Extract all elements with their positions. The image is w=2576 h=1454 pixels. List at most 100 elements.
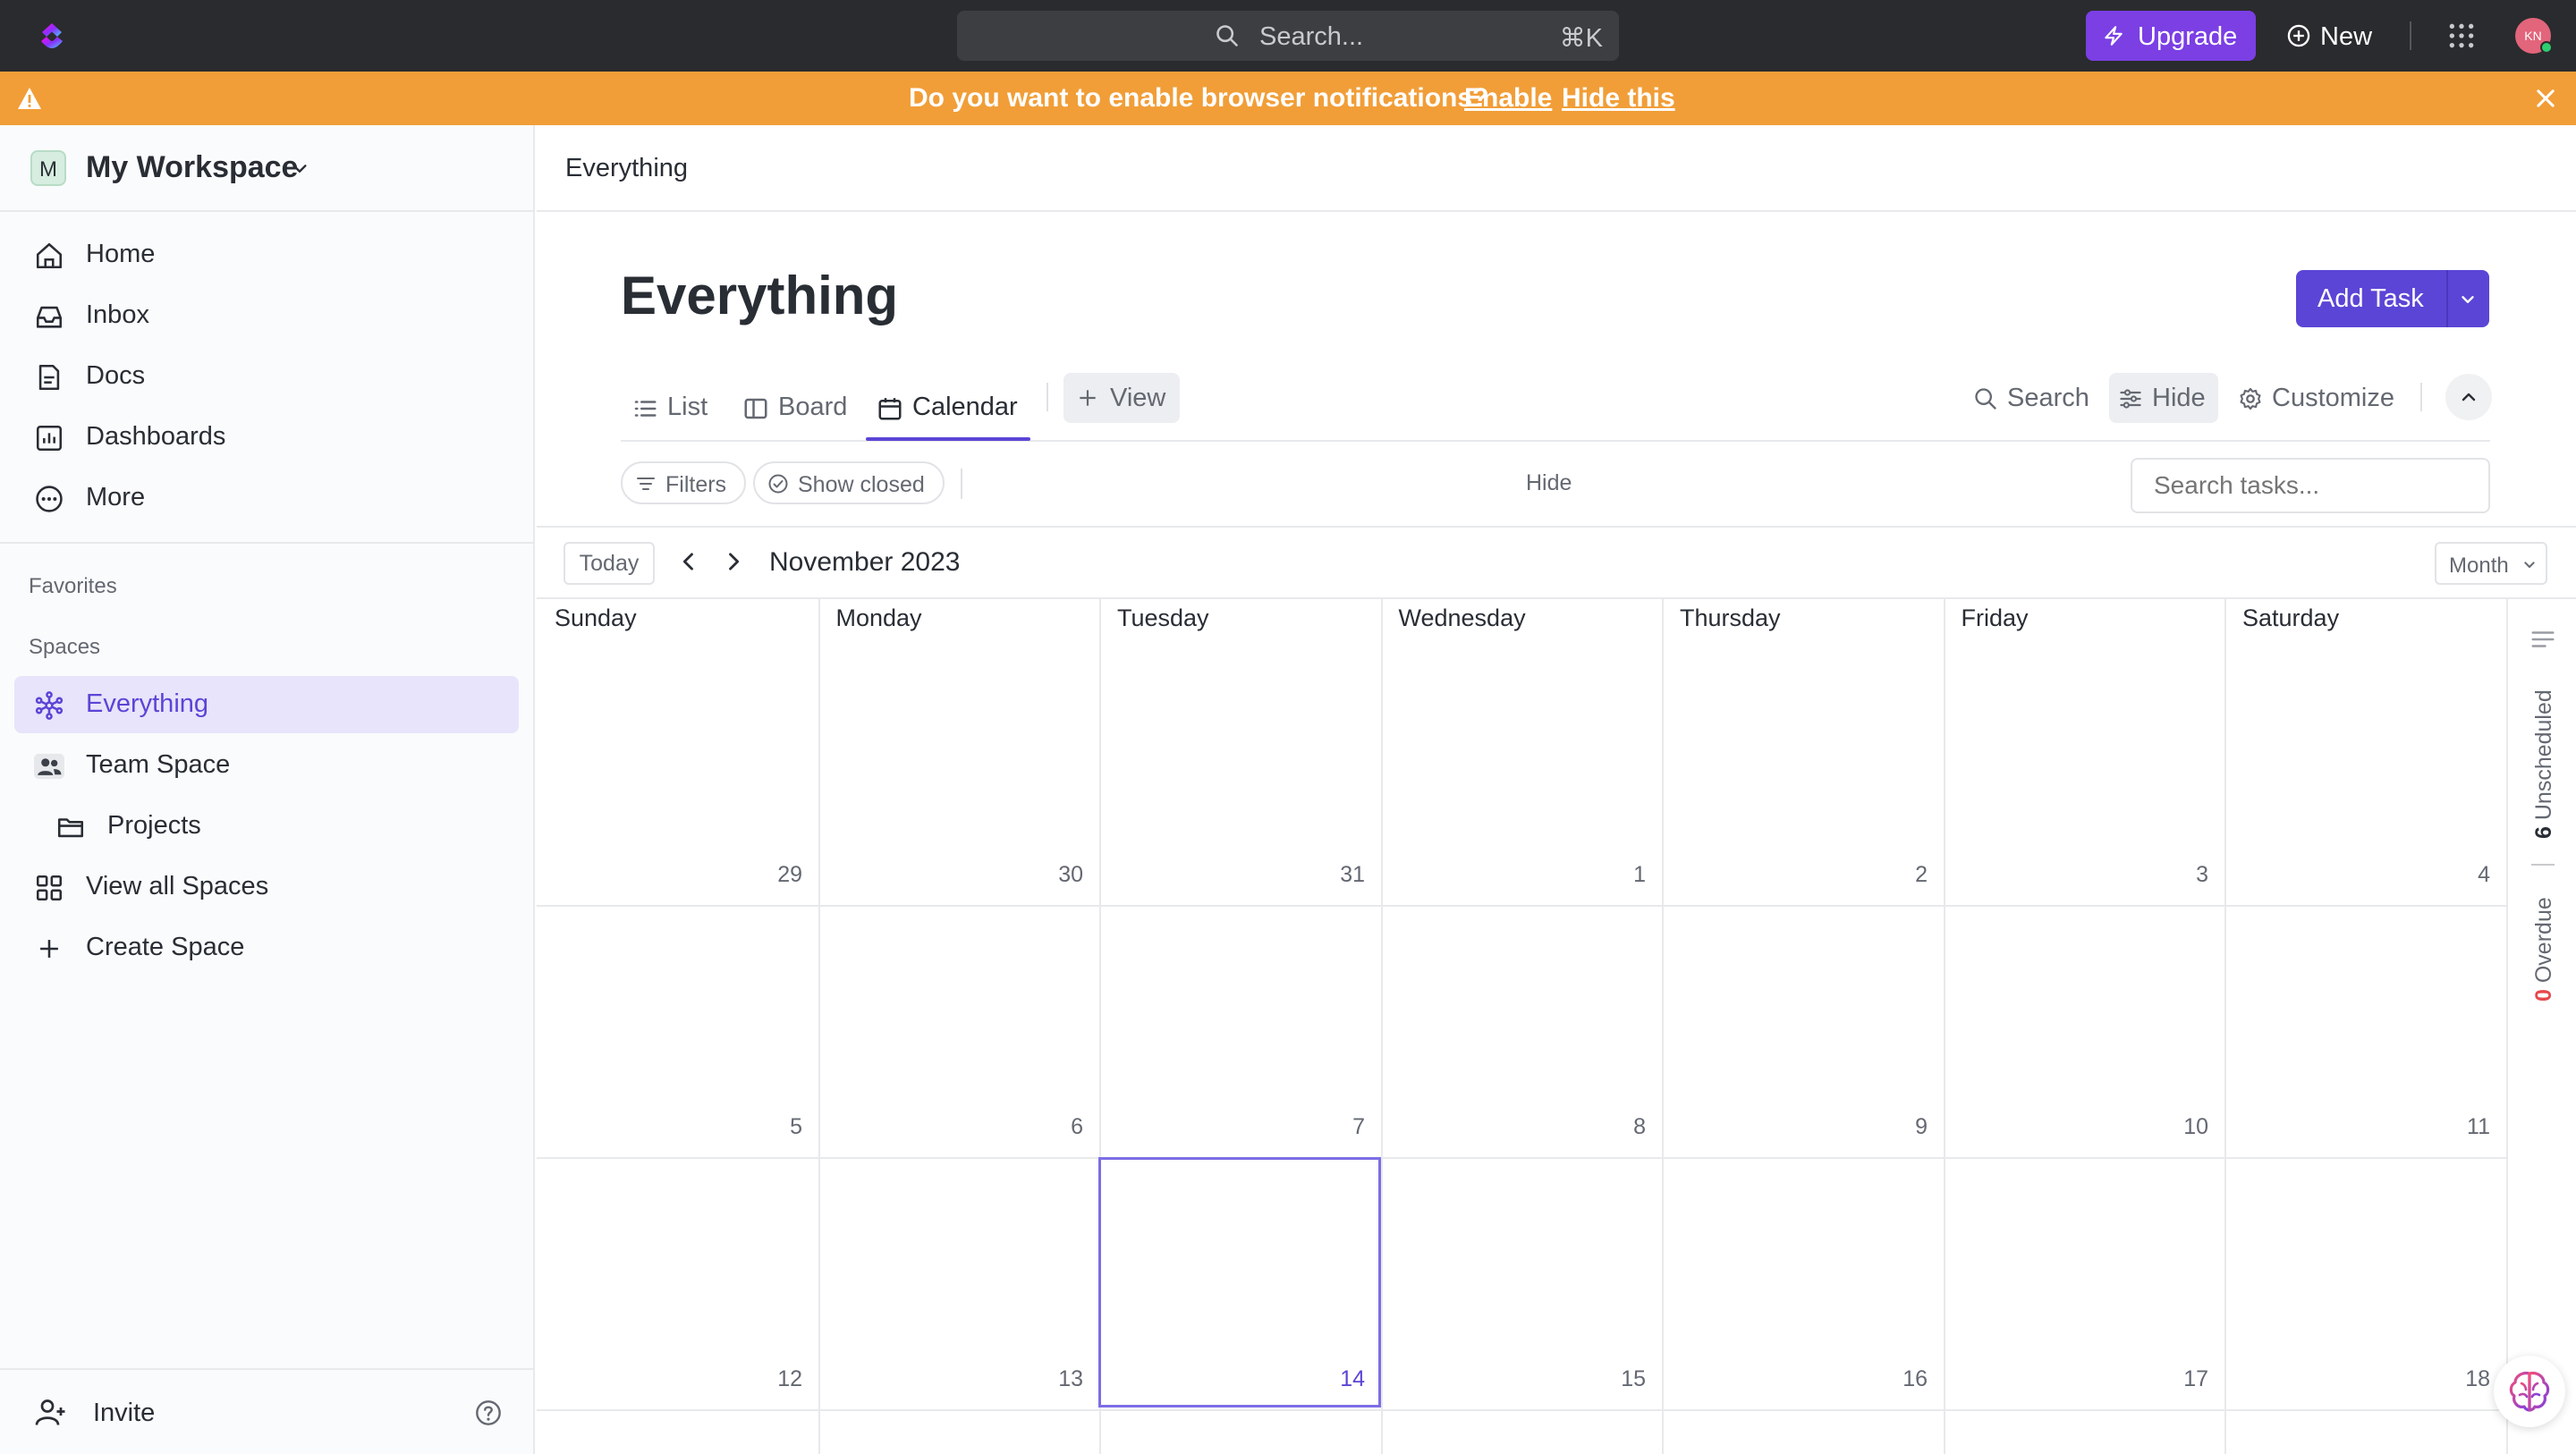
hide-tool-label: Hide — [2152, 384, 2206, 412]
search-icon — [1975, 388, 1996, 410]
day-number: 1 — [1633, 862, 1646, 887]
sidebar: M My Workspace Home Inbox Docs Dashboard… — [0, 125, 535, 1454]
tab-board[interactable]: Board — [742, 381, 859, 438]
sidebar-item-home[interactable]: Home — [14, 226, 519, 283]
hide-banner-link[interactable]: Hide this — [1562, 83, 1675, 114]
gear-icon — [2240, 387, 2261, 410]
search-tasks-input[interactable] — [2131, 458, 2490, 513]
calendar-day-cell[interactable] — [1381, 599, 1663, 905]
view-mode-select[interactable]: Month — [2435, 542, 2547, 585]
tab-list[interactable]: List — [631, 381, 721, 438]
new-label: New — [2320, 22, 2373, 51]
day-number: 9 — [1915, 1114, 1928, 1139]
sparkle-icon — [2105, 26, 2123, 46]
today-button[interactable]: Today — [564, 542, 655, 585]
add-task-divider — [2446, 270, 2448, 327]
add-task-button[interactable]: Add Task — [2296, 270, 2489, 327]
day-number: 29 — [777, 862, 802, 887]
customize-tool-button[interactable]: Customize — [2229, 373, 2408, 423]
sidebar-item-projects[interactable]: Projects — [14, 798, 519, 855]
month-label: November 2023 — [769, 547, 961, 577]
add-task-label: Add Task — [2318, 284, 2424, 313]
add-view-button[interactable]: View — [1063, 373, 1180, 423]
sidebar-item-inbox[interactable]: Inbox — [14, 287, 519, 344]
calendar-day-cell[interactable] — [2224, 599, 2506, 905]
chevron-down-icon — [292, 165, 307, 173]
chevron-down-icon — [2524, 562, 2535, 568]
calendar-day-cell[interactable] — [1662, 599, 1944, 905]
sidebar-item-create-space[interactable]: Create Space — [14, 919, 519, 976]
today-highlight[interactable] — [1098, 1157, 1381, 1408]
day-number: 13 — [1058, 1366, 1083, 1391]
filters-label: Filters — [665, 472, 727, 497]
day-number: 3 — [2196, 862, 2208, 887]
calendar-day-cell[interactable] — [1944, 599, 2225, 905]
menu-lines-icon[interactable] — [2529, 626, 2556, 653]
hide-tool-button[interactable]: Hide — [2109, 373, 2218, 423]
plus-icon — [40, 940, 58, 958]
calendar-day-cell[interactable] — [537, 599, 818, 905]
help-icon[interactable] — [474, 1399, 503, 1427]
filters-button[interactable]: Filters — [621, 461, 746, 504]
sidebar-item-dashboards[interactable]: Dashboards — [14, 409, 519, 466]
upgrade-label: Upgrade — [2138, 22, 2238, 51]
unscheduled-panel: 6 Unscheduled 0 Overdue — [2506, 599, 2576, 1454]
calendar-day-cell[interactable] — [1099, 599, 1381, 905]
workspace-badge: M — [30, 150, 66, 186]
active-tab-indicator — [866, 437, 1030, 441]
overdue-tab[interactable]: 0 Overdue — [2531, 897, 2557, 1002]
sidebar-item-label: Everything — [86, 689, 209, 718]
check-circle-icon — [768, 474, 788, 494]
clickup-logo-icon[interactable] — [34, 18, 70, 54]
close-icon[interactable] — [2533, 86, 2558, 111]
tabs-divider — [1046, 383, 1048, 411]
workspace-switcher[interactable]: M My Workspace — [0, 125, 533, 212]
show-closed-button[interactable]: Show closed — [753, 461, 945, 504]
collapse-header-button[interactable] — [2445, 374, 2492, 420]
sidebar-item-team-space[interactable]: Team Space — [14, 737, 519, 794]
sidebar-item-label: Create Space — [86, 933, 245, 961]
chevron-down-icon[interactable] — [2458, 290, 2478, 309]
page-title: Everything — [621, 266, 899, 325]
sidebar-item-view-all-spaces[interactable]: View all Spaces — [14, 858, 519, 916]
spaces-heading[interactable]: Spaces — [29, 635, 100, 660]
ai-assistant-button[interactable] — [2494, 1356, 2565, 1427]
unscheduled-tab[interactable]: 6 Unscheduled — [2531, 689, 2557, 839]
chevron-left-icon[interactable] — [676, 549, 701, 574]
breadcrumb[interactable]: Everything — [565, 154, 688, 183]
enable-notifications-link[interactable]: Enable — [1464, 83, 1552, 114]
calendar-row-line — [537, 1409, 2506, 1411]
unscheduled-count: 6 — [2531, 826, 2556, 839]
hide-filter-button[interactable]: Hide — [1526, 470, 1572, 496]
sidebar-item-everything[interactable]: Everything — [14, 676, 519, 733]
filter-bar: Filters Show closed Hide — [537, 442, 2576, 528]
tab-calendar[interactable]: Calendar — [877, 381, 1029, 438]
calendar-day-cell[interactable] — [818, 599, 1100, 905]
unscheduled-label: Unscheduled — [2531, 689, 2556, 821]
search-tool-button[interactable]: Search — [1964, 373, 2098, 423]
folder-icon — [57, 818, 84, 838]
sidebar-item-docs[interactable]: Docs — [14, 348, 519, 405]
new-button[interactable]: New — [2283, 11, 2386, 61]
chevron-right-icon[interactable] — [721, 549, 746, 574]
global-search[interactable]: Search... ⌘K — [957, 11, 1619, 61]
day-number: 31 — [1340, 862, 1365, 887]
invite-button[interactable]: Invite — [93, 1399, 155, 1428]
top-bar: Search... ⌘K Upgrade New KN — [0, 0, 2576, 72]
home-icon — [36, 242, 63, 269]
upgrade-button[interactable]: Upgrade — [2086, 11, 2256, 61]
online-status-dot — [2540, 41, 2553, 54]
overdue-count: 0 — [2531, 989, 2556, 1002]
favorites-heading[interactable]: Favorites — [29, 574, 117, 599]
apps-grid-icon[interactable] — [2447, 21, 2476, 50]
tab-label: Board — [778, 393, 848, 421]
topbar-divider — [2410, 21, 2411, 50]
overdue-label: Overdue — [2531, 897, 2556, 984]
sidebar-item-label: More — [86, 483, 146, 511]
day-number: 10 — [2183, 1114, 2208, 1139]
panel-divider — [2531, 864, 2555, 866]
sidebar-item-more[interactable]: More — [14, 469, 519, 527]
add-user-icon[interactable] — [34, 1397, 66, 1429]
sidebar-item-label: View all Spaces — [86, 872, 269, 900]
banner-message: Do you want to enable browser notificati… — [909, 83, 1489, 113]
